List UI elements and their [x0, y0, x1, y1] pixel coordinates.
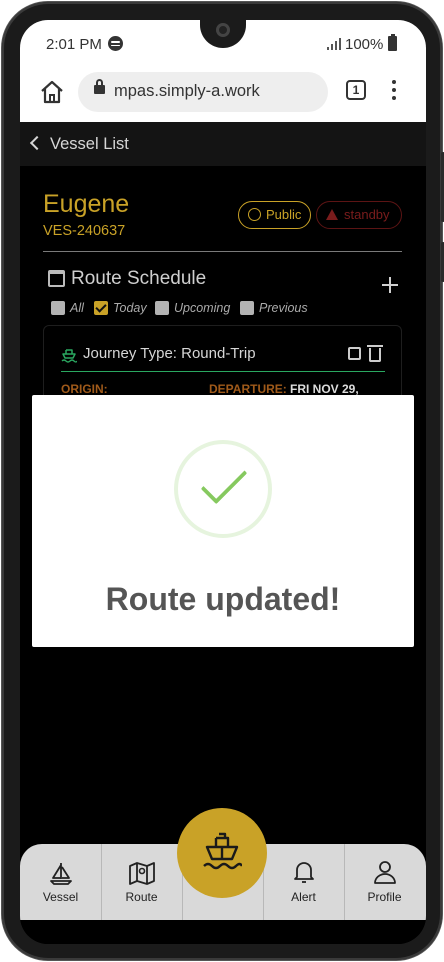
battery-percent: 100%	[345, 36, 384, 53]
section-divider	[43, 251, 402, 252]
nav-alert-label: Alert	[291, 890, 316, 904]
warning-icon	[326, 209, 338, 220]
standby-badge[interactable]: standby	[316, 201, 402, 229]
phone-frame: 2:01 PM 100% mpas.simply-a.work 1 Vessel…	[2, 2, 444, 960]
browser-menu-icon[interactable]	[390, 78, 398, 102]
address-bar[interactable]: mpas.simply-a.work	[78, 72, 328, 112]
ship-icon	[203, 832, 242, 870]
nav-vessel[interactable]: Vessel	[20, 844, 101, 920]
journey-divider	[61, 371, 385, 372]
globe-icon	[248, 208, 261, 221]
status-bar: 2:01 PM 100%	[20, 20, 426, 66]
nav-route[interactable]: Route	[101, 844, 182, 920]
vessel-id: VES-240637	[43, 223, 126, 239]
nav-alert[interactable]: Alert	[263, 844, 344, 920]
chevron-left-icon[interactable]	[29, 135, 45, 151]
bell-icon	[294, 862, 314, 883]
back-to-vessel-list[interactable]: Vessel List	[50, 135, 129, 154]
ship-fab-button[interactable]	[177, 808, 267, 898]
checkbox-today[interactable]	[94, 301, 108, 315]
success-dialog[interactable]: Route updated!	[32, 395, 414, 647]
checkmark-icon	[200, 457, 248, 505]
vessel-name: Eugene	[43, 190, 130, 218]
home-icon[interactable]	[38, 78, 66, 106]
nav-profile[interactable]: Profile	[344, 844, 425, 920]
sailboat-icon	[50, 863, 72, 885]
trash-icon[interactable]	[367, 345, 383, 362]
route-schedule-title: Route Schedule	[71, 268, 207, 289]
calendar-icon	[48, 270, 65, 287]
edit-icon[interactable]	[348, 347, 361, 360]
browser-toolbar: mpas.simply-a.work 1	[20, 66, 426, 122]
public-badge[interactable]: Public	[238, 201, 311, 229]
nav-vessel-label: Vessel	[42, 890, 79, 904]
add-route-button[interactable]	[382, 277, 398, 293]
url-text: mpas.simply-a.work	[114, 82, 260, 100]
map-icon	[129, 862, 155, 885]
battery-icon	[388, 34, 397, 51]
checkbox-all[interactable]	[51, 301, 65, 315]
signal-icon	[327, 38, 341, 50]
journey-card[interactable]: Journey Type: Round-Trip ORIGIN: DEPARTU…	[43, 325, 402, 405]
app-header: Vessel List	[20, 122, 426, 166]
origin-label: ORIGIN:	[61, 382, 108, 396]
nav-profile-label: Profile	[367, 890, 402, 904]
tab-switcher-button[interactable]: 1	[346, 80, 366, 100]
lock-icon	[94, 79, 105, 94]
departure-label: DEPARTURE:	[209, 382, 287, 396]
success-check-icon	[174, 440, 272, 538]
spotify-icon	[108, 36, 123, 51]
filter-all-label: All	[70, 301, 84, 315]
dialog-title: Route updated!	[105, 581, 341, 617]
filter-previous-label: Previous	[259, 301, 308, 315]
camera-notch	[200, 20, 246, 48]
camera-icon	[216, 23, 230, 37]
screen: 2:01 PM 100% mpas.simply-a.work 1 Vessel…	[20, 20, 426, 944]
public-badge-label: Public	[266, 207, 302, 222]
ship-icon	[61, 349, 77, 363]
standby-badge-label: standby	[344, 207, 390, 222]
user-icon	[374, 861, 396, 884]
journey-type: Journey Type: Round-Trip	[83, 345, 256, 362]
gesture-bar	[20, 920, 426, 944]
checkbox-upcoming[interactable]	[155, 301, 169, 315]
filter-upcoming-label: Upcoming	[174, 301, 231, 315]
status-time: 2:01 PM	[46, 36, 102, 53]
departure-value: FRI NOV 29,	[290, 382, 359, 396]
checkbox-previous[interactable]	[240, 301, 254, 315]
filter-today-label: Today	[113, 301, 147, 315]
nav-route-label: Route	[125, 890, 158, 904]
